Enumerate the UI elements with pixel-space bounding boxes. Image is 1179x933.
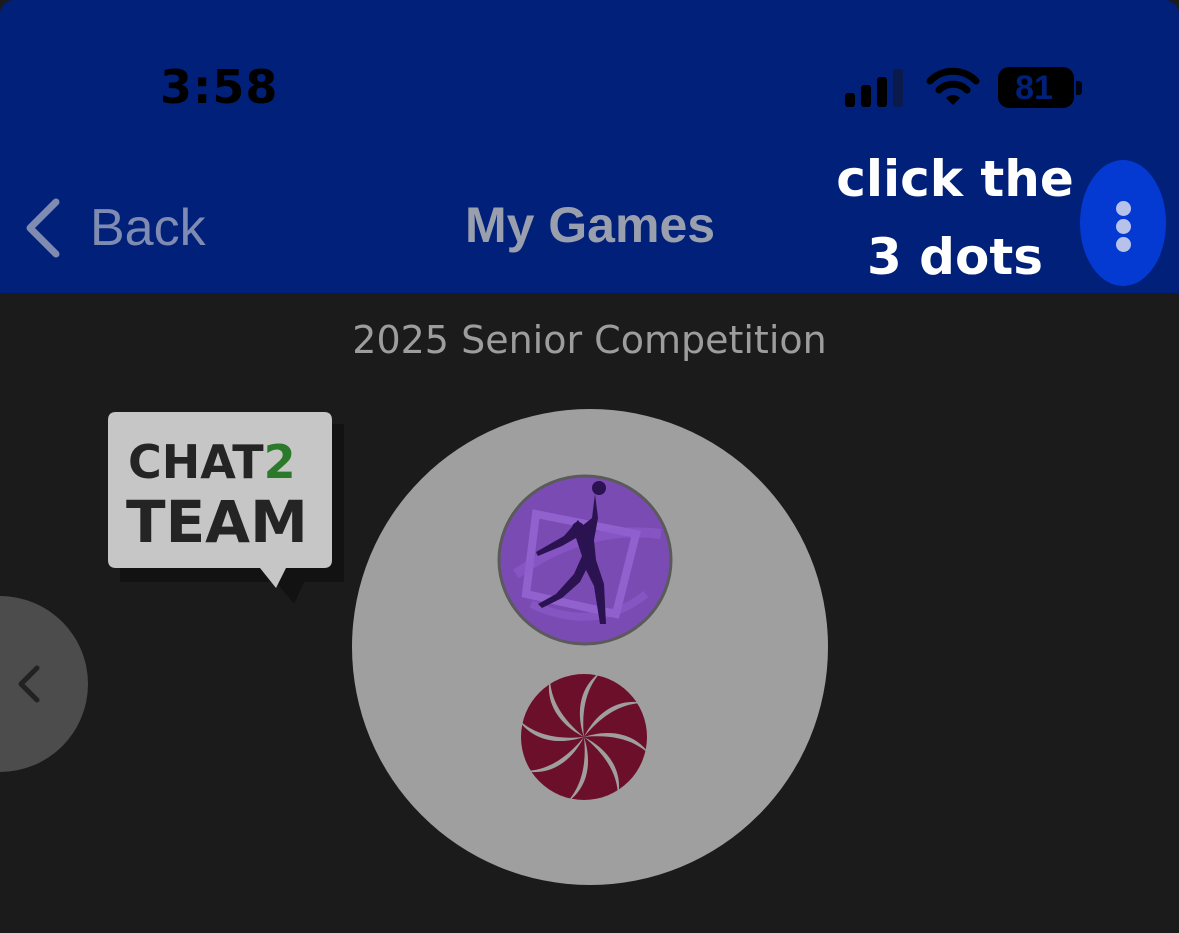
menu-dot bbox=[1116, 237, 1131, 252]
app-screen: 3:58 81 Back My Games click the 3 dots 2… bbox=[0, 0, 1179, 933]
more-vertical-icon bbox=[1116, 201, 1131, 216]
chevron-left-icon bbox=[26, 198, 60, 258]
menu-dot bbox=[1116, 219, 1131, 234]
back-button[interactable]: Back bbox=[22, 190, 206, 266]
back-label: Back bbox=[90, 199, 206, 257]
netball-player-logo bbox=[497, 474, 673, 646]
more-options-button[interactable] bbox=[1080, 160, 1166, 286]
chat-logo-word1: CHAT2 bbox=[128, 435, 296, 489]
page-title: My Games bbox=[464, 197, 716, 253]
chevron-left-icon bbox=[18, 665, 40, 703]
competition-name: 2025 Senior Competition bbox=[352, 318, 827, 362]
hint-line-1: click the bbox=[836, 150, 1074, 208]
chat2team-logo[interactable]: CHAT2 TEAM bbox=[108, 412, 348, 612]
wifi-icon bbox=[926, 67, 980, 105]
hint-line-2: 3 dots bbox=[866, 228, 1043, 286]
battery-tip bbox=[1076, 81, 1082, 95]
battery-level: 81 bbox=[1015, 69, 1053, 107]
hint-annotation: click the 3 dots bbox=[830, 140, 1080, 296]
swirl-logo bbox=[519, 670, 649, 804]
previous-game-button[interactable] bbox=[0, 596, 88, 772]
signal-icon bbox=[845, 69, 905, 107]
header-bar: 3:58 81 Back My Games click the 3 dots bbox=[0, 0, 1179, 293]
status-time: 3:58 bbox=[160, 60, 279, 114]
chat-logo-word2: TEAM bbox=[126, 488, 308, 556]
battery-icon: 81 bbox=[998, 67, 1074, 108]
